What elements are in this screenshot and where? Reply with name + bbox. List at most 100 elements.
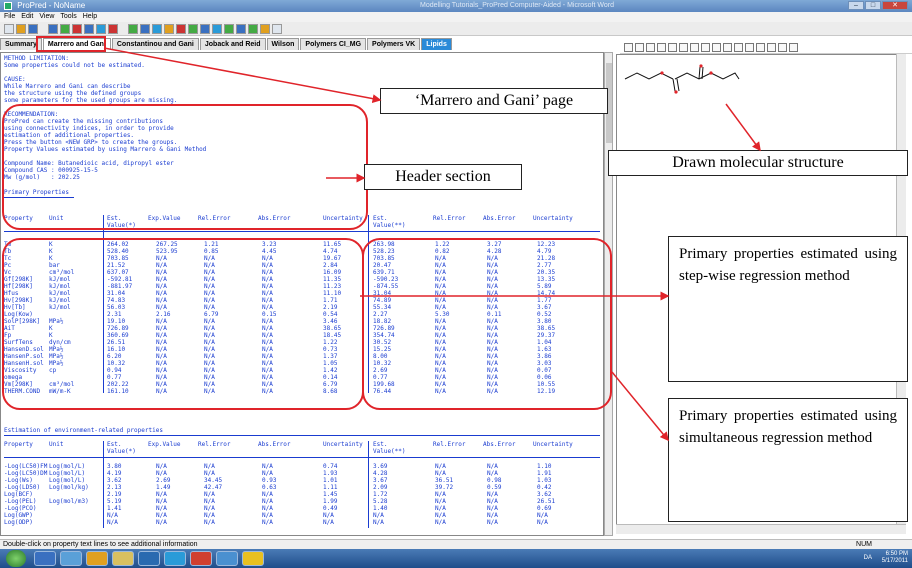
template-icon-2[interactable]: [745, 43, 754, 52]
tool-icon-13[interactable]: [200, 23, 210, 34]
menu-view[interactable]: View: [39, 12, 54, 22]
tool-icon-3[interactable]: [72, 23, 82, 34]
env-row-cell: 0.42: [537, 484, 552, 491]
tab-constantinou-gani[interactable]: Constantinou and Gani: [111, 38, 199, 50]
env-row-cell: -Log(LC50)DM: [4, 470, 48, 477]
table-rule: [4, 231, 600, 232]
template-icon-6[interactable]: [789, 43, 798, 52]
env-row-cell: N/A: [262, 491, 273, 498]
ring-7-icon[interactable]: [712, 43, 721, 52]
template-icon-1[interactable]: [734, 43, 743, 52]
env-row-cell: N/A: [373, 512, 384, 519]
taskbar-app-icon-4[interactable]: [112, 551, 134, 566]
tab-wilson[interactable]: Wilson: [266, 38, 300, 50]
env-header-unc: Uncertainty: [323, 441, 363, 448]
column-divider: [368, 441, 369, 528]
benzene-icon[interactable]: [723, 43, 732, 52]
tool-icon-14[interactable]: [212, 23, 222, 34]
tool-icon-16[interactable]: [236, 23, 246, 34]
bond-icon[interactable]: [646, 43, 655, 52]
template-icon-5[interactable]: [778, 43, 787, 52]
tray-language[interactable]: DA: [864, 555, 872, 561]
taskbar-chrome-icon[interactable]: [242, 551, 264, 566]
env-header-abs: Abs.Error: [258, 441, 291, 448]
menu-file[interactable]: File: [4, 12, 15, 22]
select-arrow-icon[interactable]: [624, 43, 633, 52]
tool-icon-7[interactable]: [128, 23, 138, 34]
tool-icon-4[interactable]: [84, 23, 94, 34]
menu-bar: File Edit View Tools Help: [0, 12, 912, 22]
env-header-abs2: Abs.Error: [483, 441, 516, 448]
env-row-cell: Log(mol/L): [49, 463, 86, 470]
new-file-icon[interactable]: [4, 23, 14, 34]
env-row-cell: N/A: [204, 470, 215, 477]
tab-polymers-vk[interactable]: Polymers VK: [367, 38, 421, 50]
tool-icon-10[interactable]: [164, 23, 174, 34]
primary-header-est2: Est.: [373, 215, 388, 222]
env-row-cell: N/A: [156, 505, 167, 512]
env-row-cell: N/A: [323, 512, 334, 519]
tool-icon-18[interactable]: [260, 23, 270, 34]
chain-icon[interactable]: [657, 43, 666, 52]
tool-icon-17[interactable]: [248, 23, 258, 34]
taskbar-app-icon-1[interactable]: [34, 551, 56, 566]
env-row-cell: 1.91: [537, 470, 552, 477]
header-line: some parameters for the used groups are …: [4, 97, 178, 104]
taskbar-app-icon-7[interactable]: [190, 551, 212, 566]
env-row-cell: N/A: [262, 512, 273, 519]
drawing-horizontal-scrollbar[interactable]: [616, 524, 906, 534]
ring-5-icon[interactable]: [690, 43, 699, 52]
tab-joback-reid[interactable]: Joback and Reid: [199, 38, 266, 50]
header-section-ring: [2, 104, 368, 230]
template-icon-3[interactable]: [756, 43, 765, 52]
env-row-cell: 42.47: [204, 484, 223, 491]
tool-icon-5[interactable]: [96, 23, 106, 34]
env-row-cell: 4.19: [107, 470, 122, 477]
tool-icon-6[interactable]: [108, 23, 118, 34]
pencil-icon[interactable]: [635, 43, 644, 52]
env-row-cell: 0.59: [487, 484, 502, 491]
env-row-cell: 1.99: [323, 498, 338, 505]
taskbar-app-icon-2[interactable]: [60, 551, 82, 566]
start-button[interactable]: [6, 550, 26, 567]
taskbar-app-icon-5[interactable]: [138, 551, 160, 566]
taskbar-app-icon-8[interactable]: [216, 551, 238, 566]
env-row-cell: 1.40: [373, 505, 388, 512]
tool-icon-15[interactable]: [224, 23, 234, 34]
header-line: CAUSE:: [4, 76, 26, 83]
clock[interactable]: 6:50 PM 5/17/2011: [882, 551, 908, 565]
env-row-cell: 1.72: [373, 491, 388, 498]
env-properties-title: Estimation of environment-related proper…: [4, 427, 163, 434]
menu-edit[interactable]: Edit: [21, 12, 33, 22]
env-row-cell: 2.69: [156, 477, 171, 484]
minimize-button[interactable]: –: [848, 1, 864, 10]
ring-6-icon[interactable]: [701, 43, 710, 52]
env-row-cell: 3.69: [373, 463, 388, 470]
tab-lipids[interactable]: Lipids: [421, 38, 452, 50]
ring-3-icon[interactable]: [668, 43, 677, 52]
tab-polymers-ci-mg[interactable]: Polymers CI_MG: [300, 38, 367, 50]
taskbar-app-icon-6[interactable]: [164, 551, 186, 566]
help-icon[interactable]: [272, 23, 282, 34]
template-icon-4[interactable]: [767, 43, 776, 52]
close-button[interactable]: ✕: [882, 1, 908, 10]
maximize-button[interactable]: □: [865, 1, 881, 10]
tool-icon-2[interactable]: [60, 23, 70, 34]
env-row-cell: 2.09: [373, 484, 388, 491]
tool-icon-12[interactable]: [188, 23, 198, 34]
clock-date: 5/17/2011: [881, 558, 908, 564]
tool-icon-8[interactable]: [140, 23, 150, 34]
menu-help[interactable]: Help: [83, 12, 97, 22]
env-row-cell: -Log(LD50): [4, 484, 41, 491]
tool-icon-9[interactable]: [152, 23, 162, 34]
primary-header-rel2: Rel.Error: [433, 215, 466, 222]
menu-tools[interactable]: Tools: [60, 12, 76, 22]
ring-4-icon[interactable]: [679, 43, 688, 52]
env-row-cell: N/A: [435, 498, 446, 505]
tool-icon-11[interactable]: [176, 23, 186, 34]
open-folder-icon[interactable]: [16, 23, 26, 34]
taskbar-app-icon-3[interactable]: [86, 551, 108, 566]
tool-icon-1[interactable]: [48, 23, 58, 34]
table-rule: [4, 457, 600, 458]
save-icon[interactable]: [28, 23, 38, 34]
